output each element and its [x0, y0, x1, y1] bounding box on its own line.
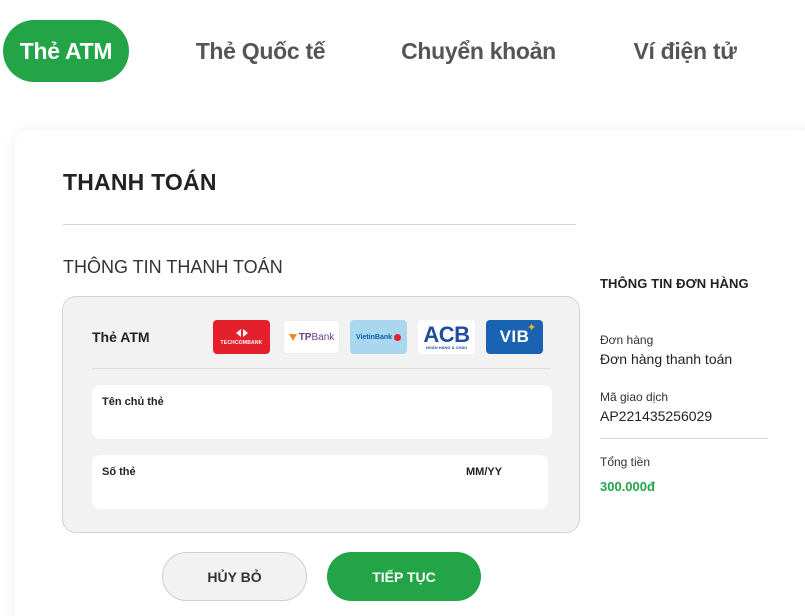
cardholder-name-field[interactable]: Tên chủ thẻ [92, 385, 552, 439]
continue-button[interactable]: TIẾP TỤC [327, 552, 481, 601]
vietinbank-logo[interactable]: VietinBank [350, 320, 407, 354]
vib-logo[interactable]: VIB ✦ [486, 320, 543, 354]
tab-international-card[interactable]: Thẻ Quốc tế [174, 20, 347, 82]
vib-name: VIB [499, 327, 530, 346]
cancel-button[interactable]: HỦY BỎ [162, 552, 307, 601]
order-label: Đơn hàng [600, 333, 654, 347]
payment-method-tabs: Thẻ ATM Thẻ Quốc tế Chuyển khoản Ví điện… [3, 20, 803, 82]
vib-star-icon: ✦ [527, 322, 537, 334]
order-value: Đơn hàng thanh toán [600, 351, 733, 367]
techcombank-mark-icon [235, 328, 248, 337]
expiry-input[interactable] [466, 483, 536, 501]
vietinbank-name: VietinBank [355, 333, 393, 341]
acb-name: ACB [423, 321, 470, 347]
card-number-field[interactable]: Số thẻ MM/YY [92, 455, 548, 509]
tpbank-suffix: Bank [311, 331, 335, 343]
transaction-id-value: AP221435256029 [600, 408, 713, 424]
panel-divider [92, 368, 551, 369]
tab-bank-transfer[interactable]: Chuyển khoản [387, 20, 570, 82]
cardholder-name-label: Tên chủ thẻ [102, 396, 164, 408]
order-divider [600, 438, 768, 439]
card-type-label: Thẻ ATM [92, 329, 150, 345]
vietinbank-mark-icon [394, 333, 402, 341]
tpbank-prefix: TP [298, 331, 312, 343]
cardholder-name-input[interactable] [102, 413, 442, 431]
order-info-heading: THÔNG TIN ĐƠN HÀNG [600, 276, 749, 291]
card-number-label: Số thẻ [102, 466, 136, 478]
payment-info-heading: THÔNG TIN THANH TOÁN [63, 257, 283, 277]
acb-logo[interactable]: ACB NGÂN HÀNG Á CHÂU [418, 320, 475, 354]
order-info-panel: THÔNG TIN ĐƠN HÀNG Đơn hàng Đơn hàng tha… [600, 276, 770, 494]
expiry-label: MM/YY [466, 466, 503, 478]
tab-atm-card[interactable]: Thẻ ATM [3, 20, 129, 82]
total-amount: 300.000đ [600, 479, 655, 494]
card-form-panel: Thẻ ATM TECHCOMBANK TP Bank VietinBank AC… [62, 296, 580, 533]
techcombank-logo[interactable]: TECHCOMBANK [213, 320, 270, 354]
tpbank-mark-icon [288, 333, 297, 341]
total-label: Tổng tiền [600, 455, 651, 469]
tab-e-wallet[interactable]: Ví điện tử [615, 20, 755, 82]
title-divider [63, 224, 576, 225]
card-number-input[interactable] [102, 483, 442, 501]
techcombank-name: TECHCOMBANK [220, 339, 263, 346]
page-title: THANH TOÁN [63, 169, 217, 195]
transaction-id-label: Mã giao dịch [600, 390, 669, 404]
acb-subtitle: NGÂN HÀNG Á CHÂU [425, 344, 468, 350]
tpbank-logo[interactable]: TP Bank [283, 320, 340, 354]
